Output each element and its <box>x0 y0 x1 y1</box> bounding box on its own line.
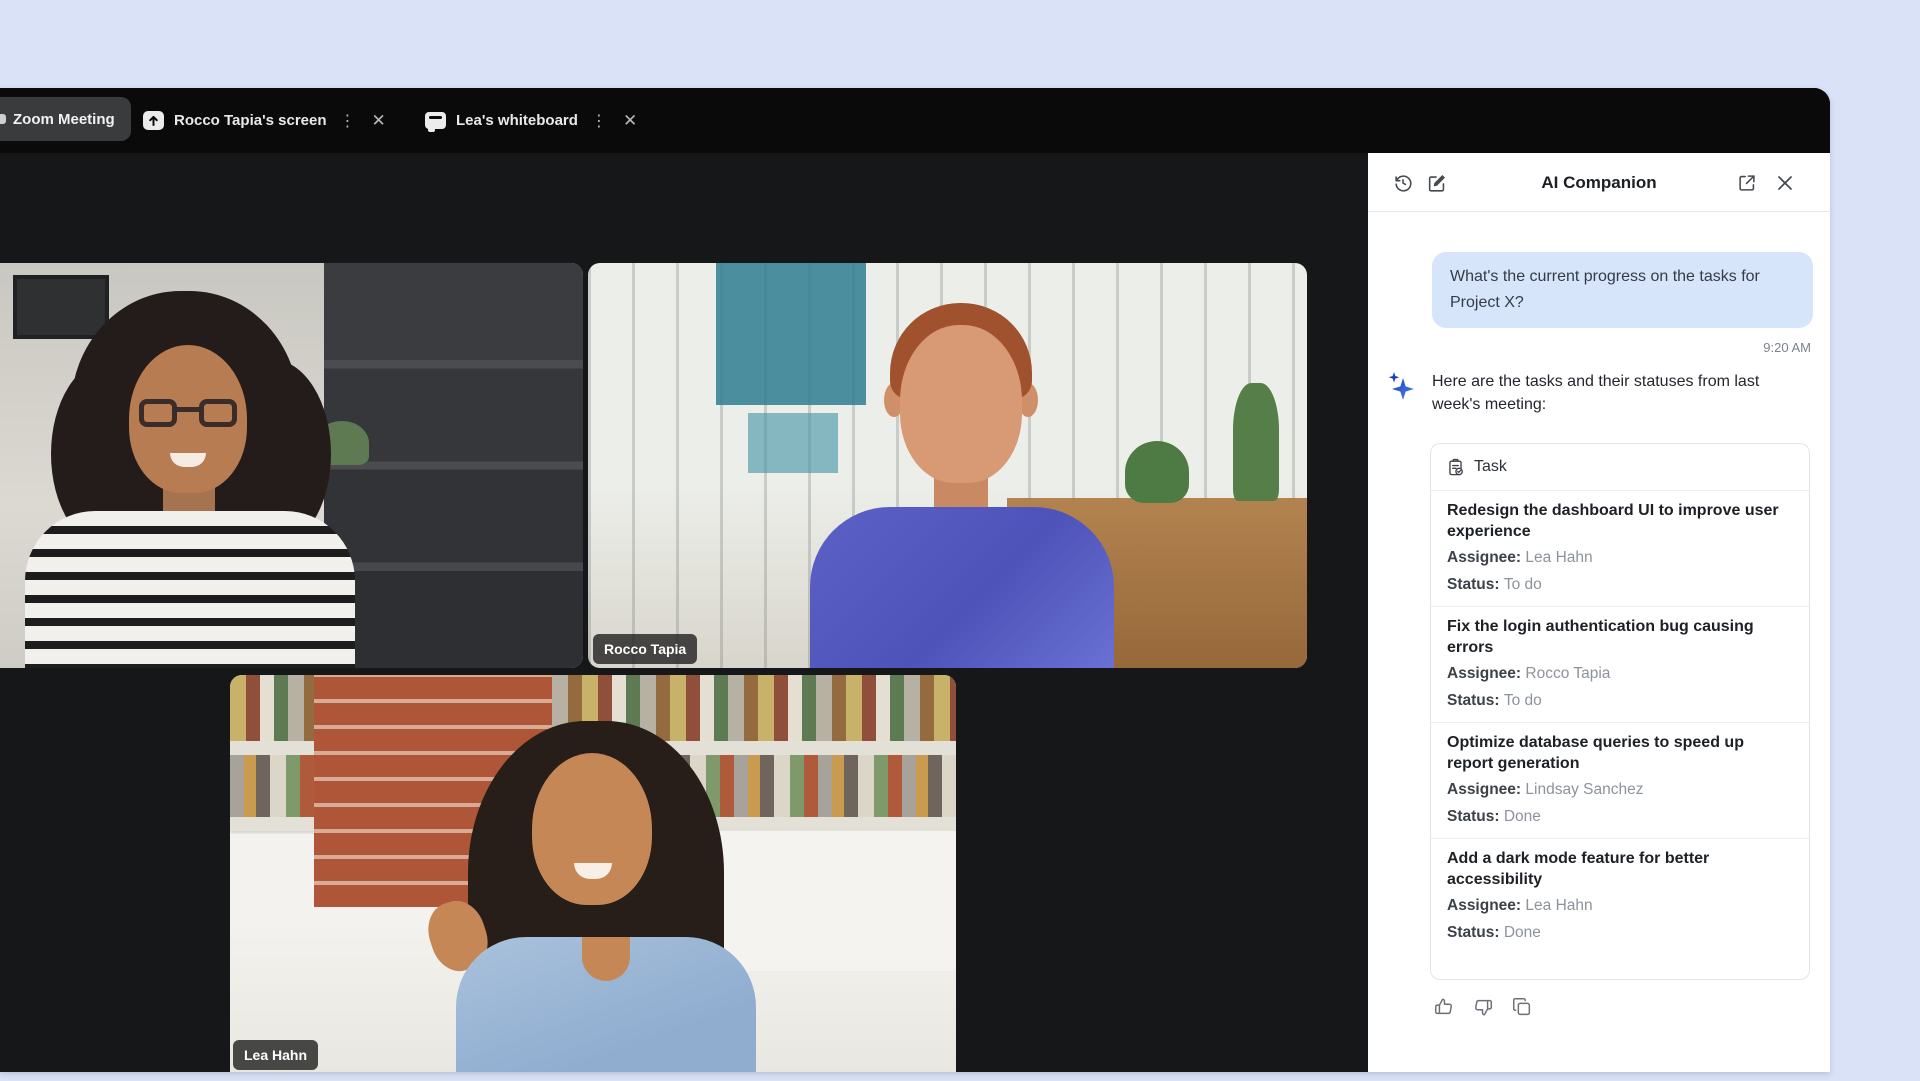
feedback-row <box>1432 995 1534 1019</box>
assignee-value: Lindsay Sanchez <box>1525 781 1643 798</box>
task-title: Add a dark mode feature for better acces… <box>1447 848 1793 890</box>
whiteboard-icon <box>425 112 446 129</box>
tab-menu-icon[interactable]: ⋮ <box>337 111 359 131</box>
task-title: Optimize database queries to speed up re… <box>1447 732 1793 774</box>
tab-label: Zoom Meeting <box>13 111 115 128</box>
assignee-label: Assignee: <box>1447 549 1521 566</box>
tab-bar: Zoom Meeting Rocco Tapia's screen ⋮ ✕ Le… <box>0 88 1830 153</box>
video-tile-lea-hahn[interactable]: Lea Hahn <box>230 675 956 1072</box>
task-row: Optimize database queries to speed up re… <box>1431 723 1809 839</box>
status-label: Status: <box>1447 576 1500 593</box>
status-value: Done <box>1504 808 1541 825</box>
video-feed <box>230 675 956 1072</box>
thumbs-up-icon[interactable] <box>1432 995 1456 1019</box>
video-camera-icon <box>0 114 6 124</box>
assignee-value: Rocco Tapia <box>1525 665 1610 682</box>
task-row: Add a dark mode feature for better acces… <box>1431 839 1809 954</box>
pop-out-icon[interactable] <box>1734 170 1760 196</box>
user-message-bubble: What's the current progress on the tasks… <box>1432 252 1813 328</box>
status-label: Status: <box>1447 692 1500 709</box>
participant-name-tag: Lea Hahn <box>233 1040 318 1070</box>
status-value: To do <box>1504 576 1542 593</box>
assignee-label: Assignee: <box>1447 781 1521 798</box>
tab-label: Lea's whiteboard <box>456 112 578 129</box>
ai-companion-panel: AI Companion <box>1368 153 1830 1072</box>
video-tile-rocco-tapia[interactable]: Rocco Tapia <box>588 263 1307 668</box>
task-card-title: Task <box>1474 458 1507 476</box>
assignee-value: Lea Hahn <box>1525 897 1592 914</box>
copy-icon[interactable] <box>1510 995 1534 1019</box>
ai-panel-header: AI Companion <box>1368 153 1830 212</box>
tab-close-icon[interactable]: ✕ <box>369 111 389 131</box>
tab-zoom-meeting[interactable]: Zoom Meeting <box>0 97 131 141</box>
assignee-value: Lea Hahn <box>1525 549 1592 566</box>
status-label: Status: <box>1447 924 1500 941</box>
assignee-label: Assignee: <box>1447 665 1521 682</box>
task-clipboard-icon <box>1446 458 1465 477</box>
close-panel-icon[interactable] <box>1772 170 1798 196</box>
desktop: Zoom Meeting Rocco Tapia's screen ⋮ ✕ Le… <box>0 0 1920 1081</box>
ai-companion-sparkle-icon <box>1387 372 1415 400</box>
assignee-label: Assignee: <box>1447 897 1521 914</box>
tab-lea-whiteboard[interactable]: Lea's whiteboard ⋮ ✕ <box>425 88 640 153</box>
task-title: Redesign the dashboard UI to improve use… <box>1447 500 1793 542</box>
tab-rocco-screen[interactable]: Rocco Tapia's screen ⋮ ✕ <box>143 88 389 153</box>
video-grid: ez Rocco Tapia <box>0 153 1368 1072</box>
tab-label: Rocco Tapia's screen <box>174 112 327 129</box>
video-tile-participant-1[interactable]: ez <box>0 263 583 668</box>
task-row: Redesign the dashboard UI to improve use… <box>1431 491 1809 607</box>
tab-close-icon[interactable]: ✕ <box>620 111 640 131</box>
task-row: Fix the login authentication bug causing… <box>1431 607 1809 723</box>
video-feed <box>0 263 583 668</box>
task-title: Fix the login authentication bug causing… <box>1447 616 1793 658</box>
status-value: To do <box>1504 692 1542 709</box>
share-screen-icon <box>143 111 164 130</box>
message-timestamp: 9:20 AM <box>1763 340 1811 355</box>
status-value: Done <box>1504 924 1541 941</box>
zoom-meeting-window: Zoom Meeting Rocco Tapia's screen ⋮ ✕ Le… <box>0 88 1830 1072</box>
task-card-header: Task <box>1431 444 1809 491</box>
history-icon[interactable] <box>1390 170 1416 196</box>
tab-menu-icon[interactable]: ⋮ <box>588 111 610 131</box>
ai-response-text: Here are the tasks and their statuses fr… <box>1432 370 1812 416</box>
thumbs-down-icon[interactable] <box>1471 995 1495 1019</box>
video-feed <box>588 263 1307 668</box>
status-label: Status: <box>1447 808 1500 825</box>
new-chat-icon[interactable] <box>1424 170 1450 196</box>
participant-name-tag: Rocco Tapia <box>593 634 697 664</box>
task-card: Task Redesign the dashboard UI to improv… <box>1430 443 1810 980</box>
